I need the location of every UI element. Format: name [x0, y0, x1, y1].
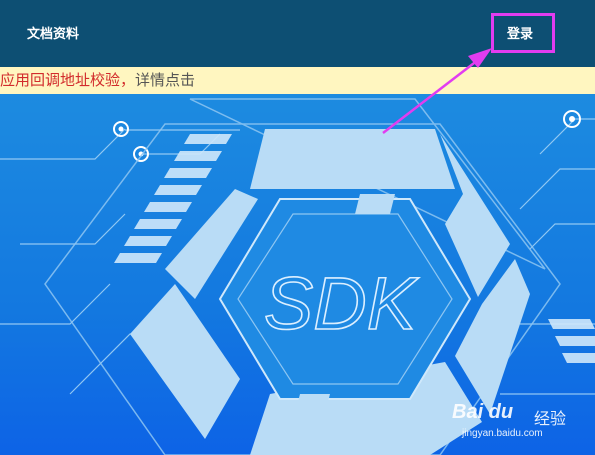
top-navigation-bar: 文档资料 登录	[0, 0, 595, 67]
notice-details-link[interactable]: 详情点击	[135, 72, 195, 89]
watermark-subtitle: 经验	[534, 411, 567, 428]
login-button[interactable]: 登录	[507, 23, 533, 42]
sdk-logo-text: SDK	[264, 262, 420, 345]
docs-nav-link[interactable]: 文档资料	[27, 23, 79, 42]
watermark-logo: Bai du	[452, 401, 514, 423]
page: 文档资料 登录 应用回调地址校验，详情点击 SDK Bai du 经验 jing…	[0, 0, 595, 455]
watermark-url: jingyan.baidu.com	[462, 428, 543, 439]
notice-text: 应用回调地址校验，	[0, 72, 136, 89]
notice-bar: 应用回调地址校验，详情点击	[0, 67, 595, 94]
